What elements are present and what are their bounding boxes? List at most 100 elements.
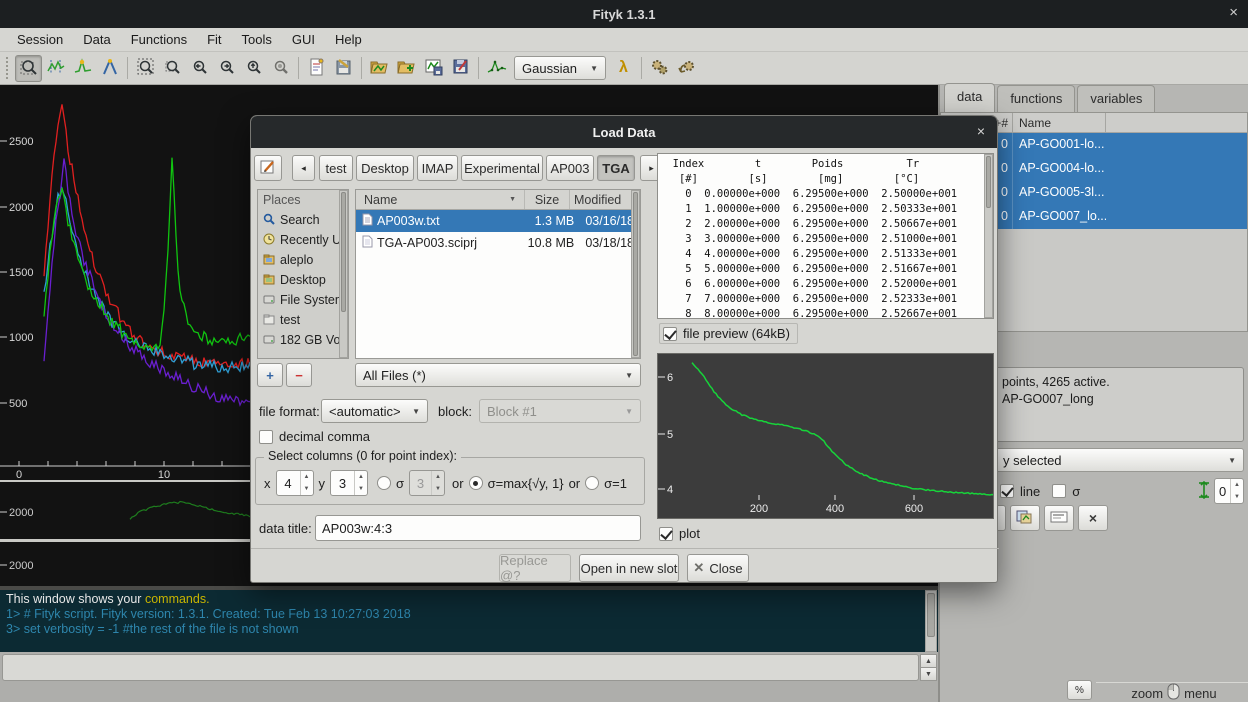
file-row-selected[interactable]: AP003w.txt 1.3 MB 03/16/18: [356, 210, 640, 232]
dialog-titlebar: Load Data ×: [251, 116, 997, 148]
preview-plot[interactable]: 200400600654: [657, 353, 994, 519]
place-desktop[interactable]: Desktop: [258, 270, 348, 290]
path-segment-imap[interactable]: IMAP: [417, 155, 458, 181]
column-header-size[interactable]: Size: [525, 190, 570, 209]
place-search[interactable]: Search: [258, 210, 348, 230]
zoom-previous-icon: [272, 58, 290, 79]
settings-button[interactable]: [330, 55, 357, 82]
input-history-up-button[interactable]: ▲: [920, 654, 937, 668]
spin-down-icon[interactable]: ▼: [355, 483, 367, 495]
input-history-down-button[interactable]: ▼: [920, 667, 937, 681]
menu-tools[interactable]: Tools: [233, 29, 281, 50]
add-function-button[interactable]: λ: [610, 55, 637, 82]
save-session-button[interactable]: [447, 55, 474, 82]
menu-gui[interactable]: GUI: [283, 29, 324, 50]
percent-toggle-button[interactable]: %: [1067, 680, 1092, 700]
close-button[interactable]: ✕ Close: [687, 554, 749, 582]
file-preview-table[interactable]: Index t Poids Tr [#] [s] [mg] [°C] 0 0.0…: [657, 153, 994, 319]
column-header-name[interactable]: Name▼: [356, 190, 525, 209]
remove-place-button[interactable]: −: [286, 363, 312, 387]
zoom-selection-button[interactable]: [159, 55, 186, 82]
column-header-modified[interactable]: Modified: [570, 190, 632, 209]
dialog-close-button[interactable]: ×: [977, 123, 985, 139]
x-column-spinner[interactable]: 4 ▲▼: [276, 470, 314, 496]
zoom-left-button[interactable]: [186, 55, 213, 82]
window-close-button[interactable]: ×: [1229, 4, 1238, 21]
preview-table-scrollbar[interactable]: [984, 154, 993, 318]
menu-fit[interactable]: Fit: [198, 29, 230, 50]
tab-functions[interactable]: functions: [997, 85, 1075, 112]
path-segment-test[interactable]: test: [319, 155, 353, 181]
file-row[interactable]: TGA-AP003.sciprj 10.8 MB 03/18/18: [356, 232, 640, 254]
data-range-button[interactable]: [42, 55, 69, 82]
path-segment-tga[interactable]: TGA: [597, 155, 635, 181]
path-segment-experimental[interactable]: Experimental: [461, 155, 543, 181]
sigma-max-radio[interactable]: [469, 476, 483, 490]
undo-fit-button[interactable]: [673, 55, 700, 82]
run-fit-button[interactable]: [646, 55, 673, 82]
load-data-button[interactable]: [366, 55, 393, 82]
line-checkbox[interactable]: [1000, 484, 1014, 498]
spin-up-icon[interactable]: ▲: [355, 471, 367, 483]
plot-checkbox[interactable]: [659, 527, 673, 541]
delete-data-button[interactable]: ×: [1078, 505, 1108, 531]
zoom-vertical-button[interactable]: [240, 55, 267, 82]
path-segment-ap003[interactable]: AP003: [546, 155, 594, 181]
tab-variables[interactable]: variables: [1077, 85, 1155, 112]
append-data-button[interactable]: [393, 55, 420, 82]
save-plot-image-button[interactable]: [420, 55, 447, 82]
spin-up-icon[interactable]: ▲: [301, 471, 313, 483]
zoom-previous-button[interactable]: [267, 55, 294, 82]
menu-help[interactable]: Help: [326, 29, 371, 50]
y-column-spinner[interactable]: 3 ▲▼: [330, 470, 368, 496]
replace-button[interactable]: Replace @?: [499, 554, 571, 582]
path-back-button[interactable]: ◂: [292, 155, 315, 181]
toolbar-handle[interactable]: [6, 57, 12, 79]
zoom-all-button[interactable]: [132, 55, 159, 82]
command-input[interactable]: [2, 654, 919, 681]
place-file-system[interactable]: File System: [258, 290, 348, 310]
data-title-input[interactable]: [315, 515, 641, 541]
zoom-select-button[interactable]: [15, 55, 42, 82]
open-in-new-slot-button[interactable]: Open in new slot: [579, 554, 679, 582]
edit-data-button[interactable]: [1010, 505, 1040, 531]
rename-data-button[interactable]: [1044, 505, 1074, 531]
spin-down-icon[interactable]: ▼: [1231, 491, 1243, 503]
file-filter-select[interactable]: All Files (*) ▼: [355, 363, 641, 387]
sigma-column-spinner[interactable]: 3 ▲▼: [409, 470, 445, 496]
file-format-select[interactable]: <automatic> ▼: [321, 399, 428, 423]
console-scrollbar[interactable]: [925, 590, 937, 652]
edit-script-button[interactable]: [303, 55, 330, 82]
column-header-name[interactable]: Name: [1013, 113, 1106, 132]
spin-down-icon[interactable]: ▼: [301, 483, 313, 495]
zoom-right-button[interactable]: [213, 55, 240, 82]
file-list-scrollbar[interactable]: [631, 190, 640, 358]
spin-down-icon[interactable]: ▼: [432, 483, 444, 495]
point-size-spinner[interactable]: 0 ▲▼: [1214, 478, 1244, 504]
path-edit-button[interactable]: [254, 155, 282, 181]
path-segment-desktop[interactable]: Desktop: [356, 155, 414, 181]
data-transform-button[interactable]: [483, 55, 510, 82]
tab-data[interactable]: data: [944, 83, 995, 112]
places-scrollbar[interactable]: [339, 190, 348, 358]
sigma-checkbox[interactable]: [1052, 484, 1066, 498]
menu-functions[interactable]: Functions: [122, 29, 196, 50]
peak-draw-button[interactable]: [96, 55, 123, 82]
add-place-button[interactable]: +: [257, 363, 283, 387]
place-recently-used[interactable]: Recently U...: [258, 230, 348, 250]
spin-up-icon[interactable]: ▲: [1231, 479, 1243, 491]
menu-session[interactable]: Session: [8, 29, 72, 50]
function-type-select[interactable]: Gaussian ▼: [514, 56, 606, 80]
block-select[interactable]: Block #1 ▼: [479, 399, 641, 423]
file-preview-checkbox[interactable]: [663, 327, 677, 341]
menu-data[interactable]: Data: [74, 29, 119, 50]
place-home[interactable]: aleplo: [258, 250, 348, 270]
file-filter-value: All Files (*): [363, 368, 426, 383]
decimal-comma-checkbox[interactable]: [259, 430, 273, 444]
sigma-column-radio[interactable]: [377, 476, 391, 490]
spin-up-icon[interactable]: ▲: [432, 471, 444, 483]
place-test[interactable]: test: [258, 310, 348, 330]
sigma-one-radio[interactable]: [585, 476, 599, 490]
add-peak-button[interactable]: [69, 55, 96, 82]
place-volume[interactable]: 182 GB Vol...: [258, 330, 348, 350]
